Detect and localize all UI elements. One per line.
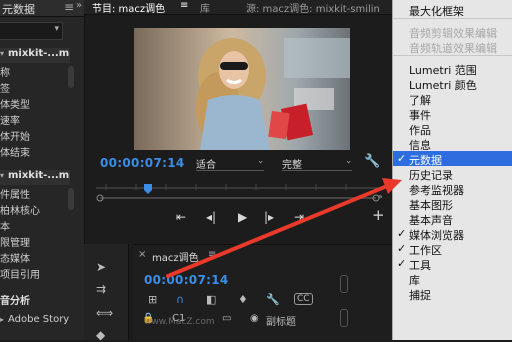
annotation-arrow xyxy=(166,178,402,278)
